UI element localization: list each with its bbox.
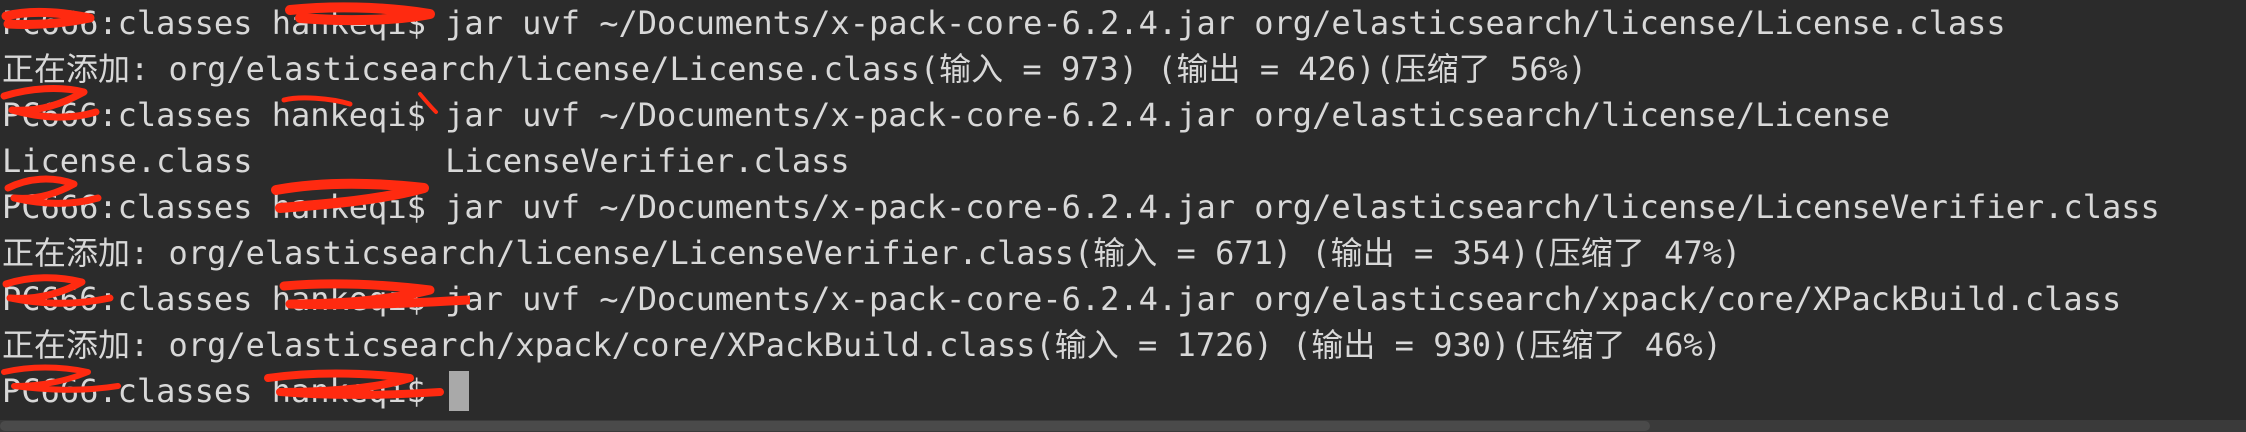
terminal-line-4: License.class LicenseVerifier.class [0, 138, 2246, 184]
output-text: 正在添加: org/elasticsearch/xpack/core/XPack… [2, 326, 1722, 364]
output-text: 正在添加: org/elasticsearch/license/License.… [2, 50, 1588, 88]
terminal-line-7: PC666:classes hankeqi$ jar uvf ~/Documen… [0, 276, 2246, 322]
shell-prompt: PC666:classes hankeqi$ [2, 4, 446, 42]
terminal-line-6: 正在添加: org/elasticsearch/license/LicenseV… [0, 230, 2246, 276]
command-text: jar uvf ~/Documents/x-pack-core-6.2.4.ja… [445, 188, 2160, 226]
terminal-line-1: PC666:classes hankeqi$ jar uvf ~/Documen… [0, 0, 2246, 46]
output-text: 正在添加: org/elasticsearch/license/LicenseV… [2, 234, 1742, 272]
terminal-window[interactable]: PC666:classes hankeqi$ jar uvf ~/Documen… [0, 0, 2246, 420]
shell-prompt: PC666:classes hankeqi$ [2, 96, 446, 134]
terminal-line-8: 正在添加: org/elasticsearch/xpack/core/XPack… [0, 322, 2246, 368]
terminal-line-3: PC666:classes hankeqi$ jar uvf ~/Documen… [0, 92, 2246, 138]
output-text: License.class LicenseVerifier.class [2, 142, 850, 180]
command-text: jar uvf ~/Documents/x-pack-core-6.2.4.ja… [445, 280, 2122, 318]
command-text: jar uvf ~/Documents/x-pack-core-6.2.4.ja… [445, 96, 1891, 134]
shell-prompt: PC666:classes hankeqi$ [2, 280, 446, 318]
shell-prompt: PC666:classes hankeqi$ [2, 188, 446, 226]
terminal-line-5: PC666:classes hankeqi$ jar uvf ~/Documen… [0, 184, 2246, 230]
command-text: jar uvf ~/Documents/x-pack-core-6.2.4.ja… [445, 4, 2006, 42]
horizontal-scrollbar[interactable] [0, 420, 2246, 432]
terminal-line-2: 正在添加: org/elasticsearch/license/License.… [0, 46, 2246, 92]
shell-prompt: PC666:classes hankeqi$ [2, 372, 446, 410]
text-cursor [449, 371, 470, 411]
scrollbar-thumb[interactable] [0, 421, 1650, 431]
terminal-line-9: PC666:classes hankeqi$ [0, 368, 2246, 414]
